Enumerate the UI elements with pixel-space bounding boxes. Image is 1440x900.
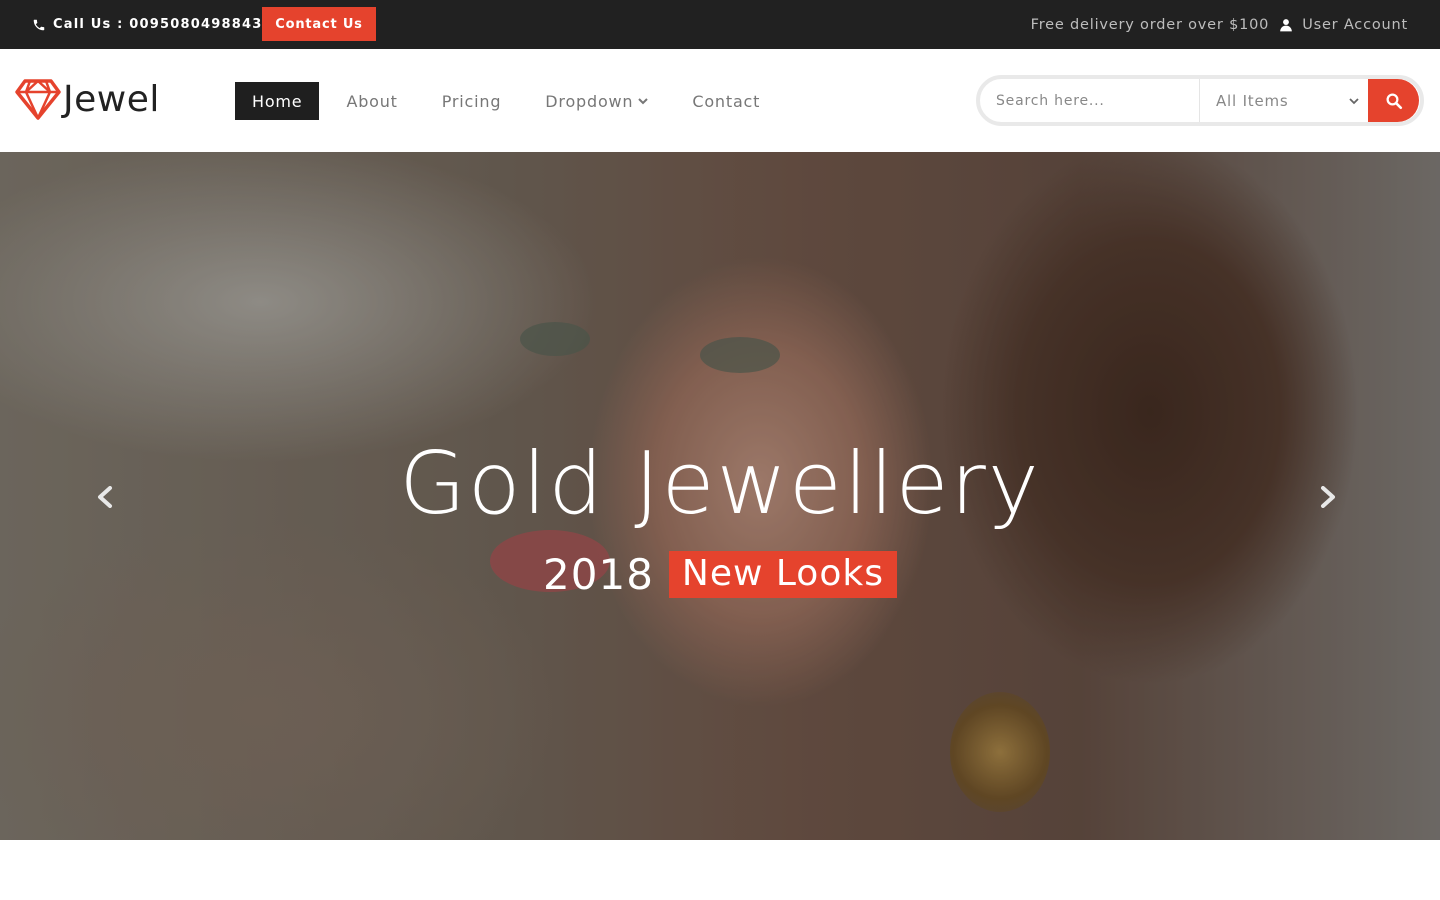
search-input[interactable]: [980, 79, 1199, 122]
chevron-left-icon: [98, 486, 112, 508]
main-header: Jewel Home About Pricing Dropdown Contac…: [0, 49, 1440, 152]
phone-icon: [33, 19, 45, 30]
nav-pricing[interactable]: Pricing: [425, 82, 519, 120]
nav-about[interactable]: About: [329, 82, 414, 120]
nav-dropdown-label: Dropdown: [545, 91, 634, 111]
nav-pricing-label: Pricing: [441, 91, 502, 111]
nav-home-label: Home: [252, 91, 303, 111]
category-select[interactable]: All Items: [1199, 79, 1367, 122]
chevron-right-icon: [1321, 486, 1335, 508]
carousel-next-button[interactable]: [1313, 482, 1343, 512]
top-bar: Call Us : 00950804988436 Contact Us Free…: [0, 0, 1440, 49]
user-icon: [1280, 18, 1293, 31]
logo-text: Jewel: [63, 78, 160, 120]
hero-title: Gold Jewellery: [399, 434, 1041, 534]
search-button[interactable]: [1368, 79, 1419, 122]
carousel-prev-button[interactable]: [90, 482, 120, 512]
hero-badge: New Looks: [668, 551, 897, 598]
contact-us-button[interactable]: Contact Us: [262, 7, 376, 41]
nav-contact[interactable]: Contact: [675, 82, 777, 120]
nav-contact-label: Contact: [692, 91, 761, 111]
main-nav: Home About Pricing Dropdown Contact: [235, 82, 787, 120]
search-icon: [1386, 93, 1402, 109]
top-right-info: Free delivery order over $100 User Accou…: [1031, 0, 1408, 49]
phone-info[interactable]: Call Us : 00950804988436: [32, 0, 273, 49]
nav-about-label: About: [346, 91, 398, 111]
hero-carousel: Gold Jewellery 2018 New Looks: [0, 152, 1440, 840]
hero-year: 2018: [543, 550, 654, 599]
category-select-value: All Items: [1216, 91, 1289, 110]
logo[interactable]: Jewel: [15, 78, 160, 120]
chevron-down-icon: [1349, 97, 1359, 104]
phone-text: Call Us : 00950804988436: [53, 17, 273, 32]
delivery-text: Free delivery order over $100: [1030, 16, 1270, 33]
diamond-icon: [15, 79, 61, 120]
nav-home[interactable]: Home: [235, 82, 320, 120]
user-account-link[interactable]: User Account: [1302, 17, 1408, 33]
hero-subtitle: 2018 New Looks: [0, 550, 1440, 599]
search-bar: All Items: [976, 75, 1424, 126]
nav-dropdown[interactable]: Dropdown: [528, 82, 665, 120]
chevron-down-icon: [638, 98, 649, 105]
